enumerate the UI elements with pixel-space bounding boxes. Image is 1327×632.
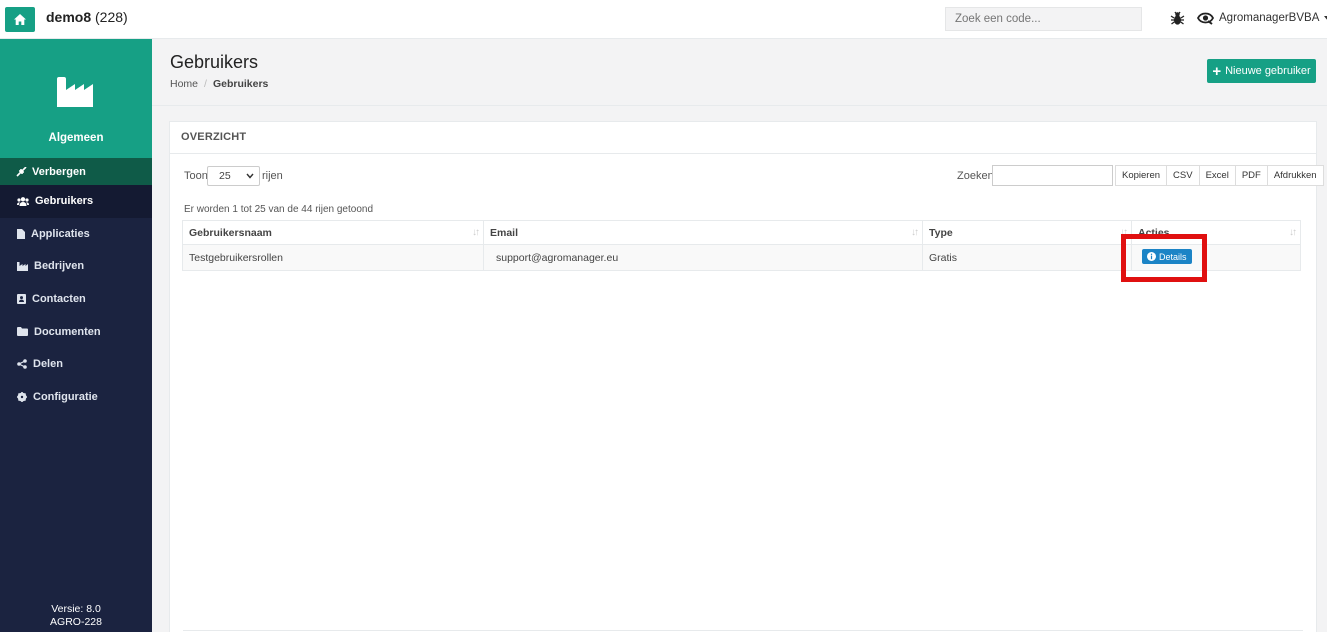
sidebar-item-label: Applicaties — [31, 227, 90, 240]
sidebar-header: Algemeen — [0, 39, 152, 158]
pdf-button[interactable]: PDF — [1234, 165, 1268, 186]
version-info: Versie: 8.0 AGRO-228 — [0, 603, 152, 629]
rows-per-page-value: 25 — [219, 170, 231, 182]
copy-button[interactable]: Kopieren — [1115, 165, 1168, 186]
folder-icon — [17, 327, 28, 337]
build-code: AGRO-228 — [50, 616, 102, 628]
industry-icon — [17, 261, 28, 271]
new-user-label: Nieuwe gebruiker — [1225, 65, 1311, 77]
sidebar-item-label: Gebruikers — [35, 195, 94, 208]
search-label: Zoeken — [957, 170, 994, 182]
sidebar-item-applicaties[interactable]: Applicaties — [0, 218, 152, 251]
users-icon — [17, 196, 29, 206]
sidebar-section-label: Algemeen — [48, 132, 104, 144]
divider — [183, 630, 1303, 631]
print-button[interactable]: Afdrukken — [1266, 165, 1324, 186]
sidebar-item-documenten[interactable]: Documenten — [0, 315, 152, 348]
excel-button[interactable]: Excel — [1198, 165, 1236, 186]
cell-type: Gratis — [922, 245, 1132, 271]
code-search-input[interactable] — [945, 7, 1142, 31]
export-button-group: Kopieren CSV Excel PDF Afdrukken — [1115, 165, 1324, 186]
panel-title: OVERZICHT — [170, 122, 1316, 154]
bug-icon[interactable] — [1170, 11, 1185, 29]
cell-email: support@agromanager.eu — [483, 245, 923, 271]
sidebar-item-delen[interactable]: Delen — [0, 348, 152, 381]
cell-username: Testgebruikersrollen — [182, 245, 484, 271]
highlight-box — [1121, 234, 1207, 282]
email-text: support@agromanager.eu — [496, 252, 619, 264]
sidebar-item-bedrijven[interactable]: Bedrijven — [0, 250, 152, 283]
app-count: (228) — [95, 9, 128, 25]
top-navbar: demo8 (228) AgromanagerBVBA — [0, 0, 1327, 39]
gear-icon — [17, 391, 27, 402]
sidebar-item-configuratie[interactable]: Configuratie — [0, 381, 152, 414]
industry-icon — [57, 77, 93, 107]
chevron-down-icon — [246, 173, 254, 179]
user-menu[interactable]: AgromanagerBVBA — [1197, 11, 1327, 25]
breadcrumb: Home / Gebruikers — [170, 78, 268, 90]
column-header-type[interactable]: Type ↓↑ — [922, 220, 1132, 245]
breadcrumb-separator: / — [204, 78, 207, 90]
page-title: Gebruikers — [170, 52, 259, 72]
table-search-input[interactable] — [992, 165, 1113, 186]
column-header-label: Gebruikersnaam — [189, 227, 272, 239]
plus-icon: + — [1212, 62, 1222, 80]
app-title: demo8 (228) — [46, 9, 128, 25]
csv-button[interactable]: CSV — [1166, 165, 1200, 186]
table-info: Er worden 1 tot 25 van de 44 rijen getoo… — [184, 204, 374, 215]
user-name: AgromanagerBVBA — [1219, 12, 1320, 24]
sidebar-item-label: Documenten — [34, 325, 101, 338]
sidebar-item-contacten[interactable]: Contacten — [0, 283, 152, 316]
version-label: Versie: 8.0 — [51, 603, 101, 615]
column-header-username[interactable]: Gebruikersnaam ↓↑ — [182, 220, 484, 245]
breadcrumb-home[interactable]: Home — [170, 78, 198, 90]
rows-per-page-select[interactable]: 25 — [207, 166, 260, 186]
share-icon — [17, 359, 27, 370]
sidebar: Algemeen Verbergen Gebruikers Applicatie… — [0, 39, 152, 632]
overview-panel: OVERZICHT Toon 25 rijen Zoeken Kopieren … — [169, 121, 1324, 632]
column-header-label: Email — [490, 227, 519, 239]
column-header-email[interactable]: Email ↓↑ — [483, 220, 923, 245]
sidebar-item-gebruikers[interactable]: Gebruikers — [0, 185, 152, 218]
rows-suffix-label: rijen — [262, 170, 283, 182]
file-icon — [17, 228, 25, 239]
show-label: Toon — [184, 170, 208, 182]
hide-sidebar-button[interactable]: Verbergen — [0, 158, 152, 185]
breadcrumb-current: Gebruikers — [212, 78, 269, 90]
sidebar-item-label: Bedrijven — [34, 260, 85, 273]
user-tie-icon — [1197, 12, 1214, 25]
app-name: demo8 — [46, 9, 92, 25]
sidebar-item-label: Configuratie — [33, 390, 98, 403]
home-button[interactable] — [5, 7, 35, 32]
sidebar-item-label: Delen — [33, 358, 63, 371]
sort-icon: ↓↑ — [911, 227, 919, 238]
home-icon — [14, 14, 26, 25]
sidebar-item-label: Contacten — [32, 293, 86, 306]
sort-icon: ↓↑ — [1289, 227, 1297, 238]
column-header-label: Type — [929, 227, 953, 239]
sort-icon: ↓↑ — [472, 227, 480, 238]
hide-sidebar-label: Verbergen — [32, 165, 86, 178]
compress-icon — [16, 166, 27, 177]
page-heading: Gebruikers Home / Gebruikers + Nieuwe gebr… — [152, 39, 1327, 106]
new-user-button[interactable]: + Nieuwe gebruiker — [1207, 59, 1316, 83]
address-book-icon — [17, 294, 26, 305]
